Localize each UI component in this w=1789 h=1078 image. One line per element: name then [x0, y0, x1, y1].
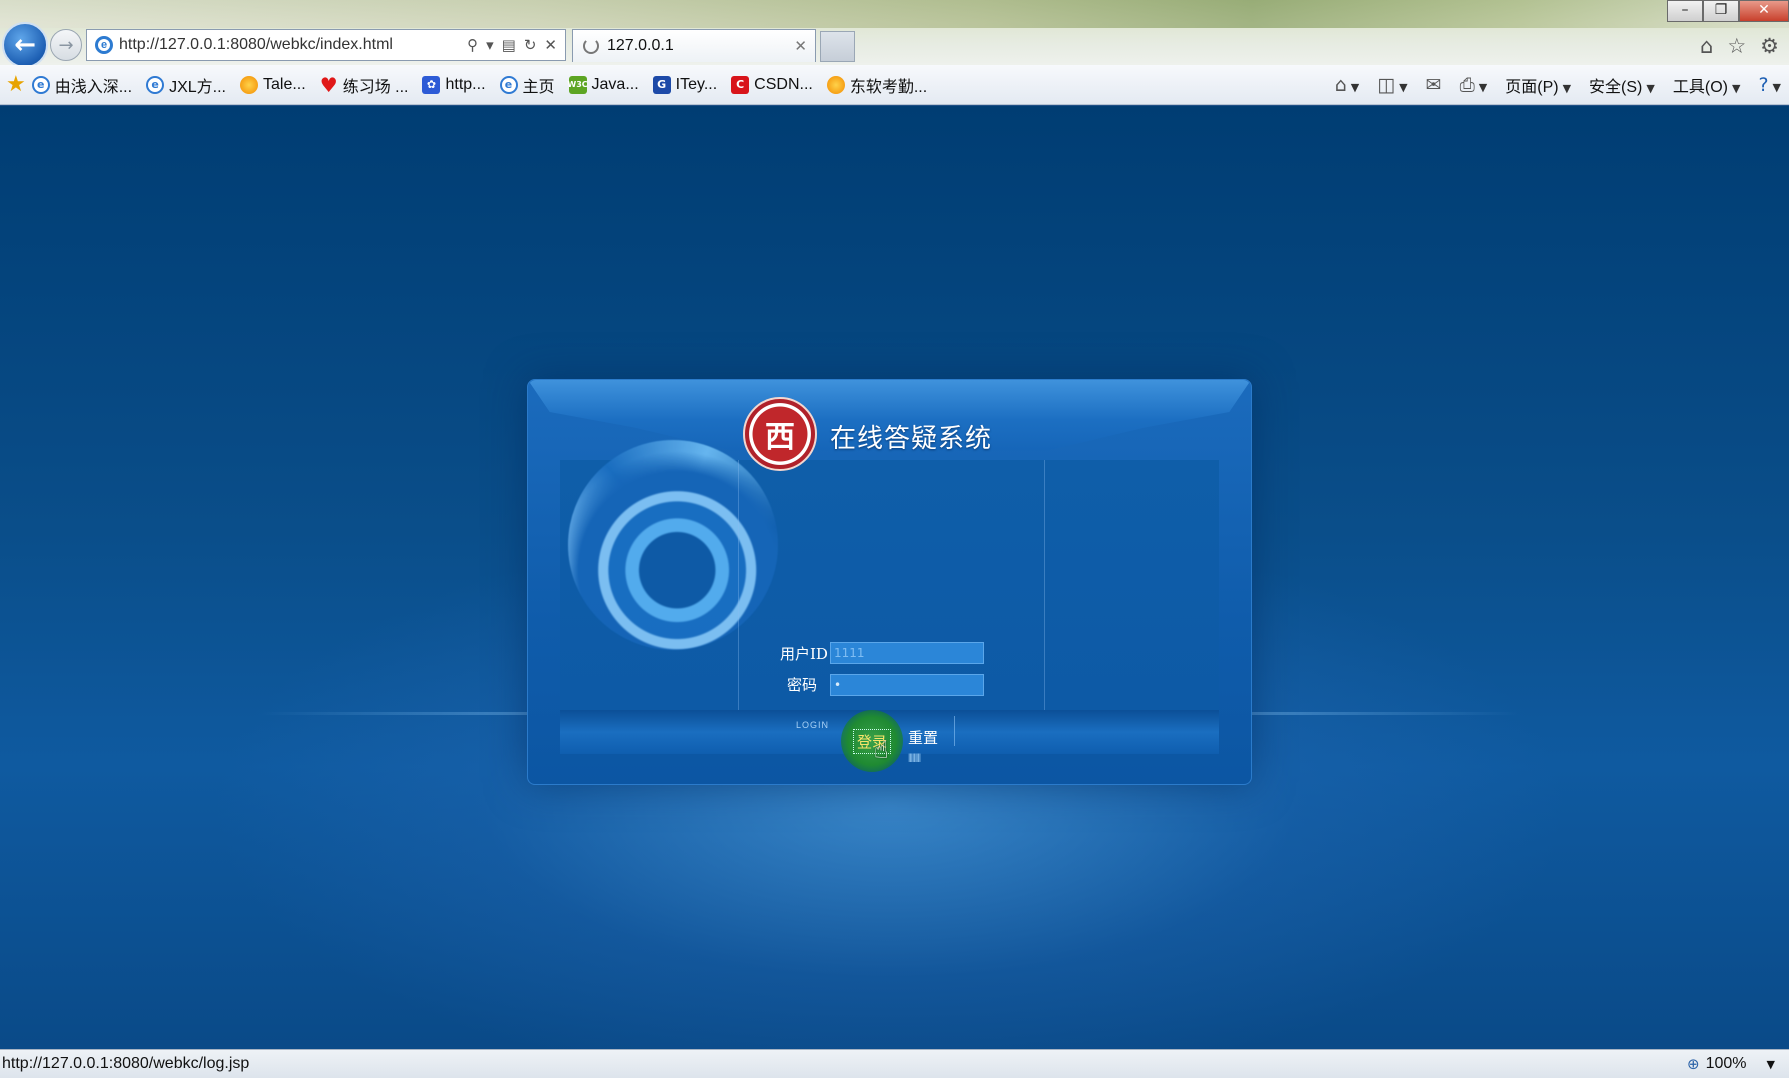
hand-cursor-icon: ☝	[874, 736, 889, 764]
favorite-item[interactable]: G ITey...	[652, 75, 717, 94]
firefox-icon	[826, 75, 845, 94]
safety-menu[interactable]: 安全(S) ▼	[1589, 73, 1655, 97]
favorite-item[interactable]: W3C Java...	[567, 75, 639, 94]
dropdown-arrow-icon[interactable]: ▾	[486, 36, 494, 54]
login-form-area	[738, 460, 1045, 710]
page-viewport: 西 在线答疑系统 用户ID 1111 密码 • LOGIN 登录 ☝ 重置 ||…	[0, 106, 1789, 1049]
user-id-input[interactable]: 1111	[830, 642, 984, 664]
user-id-label: 用户ID	[780, 645, 828, 663]
chevron-down-icon: ▼	[1350, 80, 1360, 94]
address-bar[interactable]: e http://127.0.0.1:8080/webkc/index.html…	[86, 29, 566, 61]
w3c-icon: W3C	[567, 75, 588, 94]
minimize-button[interactable]: –	[1667, 0, 1703, 22]
compat-view-icon[interactable]: ▤	[502, 36, 516, 54]
feeds-menu[interactable]: ◫ ▼	[1377, 74, 1407, 96]
ie-page-icon: e	[31, 75, 50, 94]
csdn-icon: C	[731, 75, 750, 94]
command-bar: ⌂ ▼ ◫ ▼ ✉ ⎙ ▼ 页面(P) ▼ 安全(S) ▼ 工具(O) ▼ ? ▼	[1335, 65, 1781, 104]
favorite-item[interactable]: C CSDN...	[731, 75, 813, 94]
chevron-down-icon: ▼	[1562, 81, 1572, 95]
tools-menu[interactable]: 工具(O) ▼	[1673, 73, 1741, 97]
mail-button[interactable]: ✉	[1426, 74, 1442, 96]
settings-gear-icon[interactable]: ⚙	[1760, 34, 1779, 58]
zoom-control[interactable]: ⊕ 100% ▼	[1687, 1055, 1789, 1073]
printer-icon: ⎙	[1459, 73, 1475, 96]
reset-button[interactable]: 重置	[908, 727, 938, 748]
status-bar: http://127.0.0.1:8080/webkc/log.jsp ⊕ 10…	[0, 1049, 1789, 1078]
tab-title: 127.0.0.1	[607, 37, 674, 54]
browser-right-icons: ⌂ ☆ ⚙	[1700, 34, 1779, 58]
firefox-icon	[240, 75, 258, 94]
status-url: http://127.0.0.1:8080/webkc/log.jsp	[2, 1055, 250, 1072]
favorite-item[interactable]: e 主页	[499, 73, 555, 97]
chevron-down-icon: ▼	[1646, 81, 1655, 95]
tab-current[interactable]: 127.0.0.1 ✕	[572, 29, 816, 62]
favorite-item[interactable]: e 由浅入深...	[31, 73, 132, 97]
home-icon: ⌂	[1334, 73, 1347, 96]
button-divider	[954, 716, 955, 746]
favorite-item[interactable]: e JXL方...	[146, 73, 226, 97]
home-icon[interactable]: ⌂	[1700, 34, 1713, 58]
password-input[interactable]: •	[830, 674, 984, 696]
help-icon: ?	[1758, 73, 1769, 96]
browser-title-bar: ← → e http://127.0.0.1:8080/webkc/index.…	[0, 0, 1789, 68]
heart-icon: ♥	[319, 72, 338, 97]
favorites-bar: ★ e 由浅入深... e JXL方... Tale... ♥ 练习场 ... ✿ ht…	[0, 65, 1789, 105]
password-label: 密码	[787, 676, 818, 694]
login-caption: LOGIN	[796, 720, 830, 730]
new-tab-button[interactable]	[820, 31, 855, 62]
school-seal-logo: 西	[743, 397, 817, 471]
rss-feed-icon: ◫	[1377, 73, 1396, 96]
mail-icon: ✉	[1425, 73, 1442, 96]
print-menu[interactable]: ⎙ ▼	[1460, 74, 1488, 96]
ie-page-icon: e	[95, 36, 113, 54]
help-menu[interactable]: ? ▼	[1758, 74, 1781, 96]
chevron-down-icon: ▼	[1478, 80, 1488, 94]
favorite-item[interactable]: Tale...	[240, 75, 306, 94]
login-panel: 西 在线答疑系统 用户ID 1111 密码 • LOGIN 登录 ☝ 重置 ||…	[527, 379, 1252, 785]
address-url[interactable]: http://127.0.0.1:8080/webkc/index.html	[119, 36, 467, 54]
home-menu[interactable]: ⌂ ▼	[1335, 74, 1360, 96]
page-menu[interactable]: 页面(P) ▼	[1505, 73, 1571, 97]
decorative-dots: |||||||||	[908, 752, 921, 762]
search-icon[interactable]: ⚲	[467, 36, 478, 54]
tab-close-icon[interactable]: ✕	[794, 37, 815, 55]
login-button[interactable]: 登录	[841, 710, 903, 772]
ie-page-icon: e	[146, 75, 165, 94]
refresh-icon[interactable]: ↻	[524, 36, 537, 54]
close-window-button[interactable]: ✕	[1739, 0, 1789, 22]
zoom-icon: ⊕	[1687, 1055, 1700, 1073]
chevron-down-icon: ▼	[1731, 81, 1741, 95]
favorite-item[interactable]: 东软考勤...	[826, 73, 927, 97]
chevron-down-icon: ▼	[1399, 80, 1408, 94]
loading-spinner-icon	[583, 38, 599, 54]
iteye-icon: G	[652, 75, 671, 94]
favorites-star-icon[interactable]: ☆	[1727, 34, 1746, 58]
back-button[interactable]: ←	[2, 22, 48, 68]
chevron-down-icon: ▼	[1772, 80, 1781, 94]
restore-button[interactable]: ❐	[1703, 0, 1739, 22]
stop-icon[interactable]: ✕	[544, 36, 557, 54]
favorites-add-icon[interactable]: ★	[6, 72, 26, 97]
system-title: 在线答疑系统	[830, 424, 993, 454]
ie-page-icon: e	[499, 75, 518, 94]
window-controls: – ❐ ✕	[1667, 0, 1789, 22]
chevron-down-icon: ▼	[1766, 1057, 1775, 1071]
baidu-paw-icon: ✿	[422, 75, 441, 94]
forward-button[interactable]: →	[50, 29, 82, 61]
favorite-item[interactable]: ✿ http...	[422, 75, 486, 94]
favorite-item[interactable]: ♥ 练习场 ...	[320, 73, 409, 97]
